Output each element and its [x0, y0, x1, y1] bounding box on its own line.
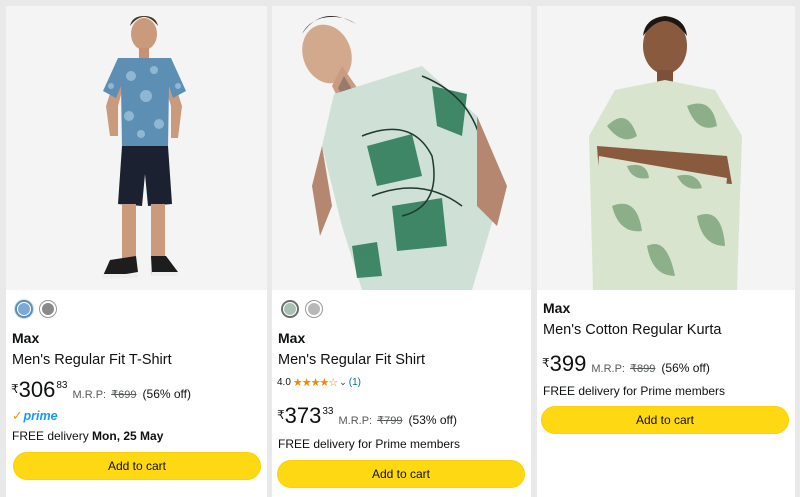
rating-count[interactable]: (1) — [349, 377, 361, 388]
swatch-color — [308, 303, 320, 315]
price-fraction: 33 — [322, 406, 334, 417]
product-title[interactable]: Men's Regular Fit Shirt — [278, 352, 425, 368]
product-card[interactable]: Max Men's Regular Fit Shirt 4.0 ★★★★☆ ⌄ … — [272, 6, 531, 497]
color-swatches — [281, 300, 323, 318]
mrp-label: M.R.P: — [338, 415, 373, 427]
color-swatch-grey[interactable] — [305, 300, 323, 318]
product-image[interactable] — [6, 6, 267, 290]
product-card[interactable]: Max Men's Cotton Regular Kurta ₹ 399 M.R… — [537, 6, 795, 497]
delivery-info: FREE delivery for Prime members — [543, 384, 726, 398]
brand-name: Max — [278, 330, 306, 346]
currency-symbol: ₹ — [11, 382, 19, 396]
add-to-cart-button[interactable]: Add to cart — [277, 460, 525, 488]
discount: (56% off) — [661, 361, 710, 375]
price: ₹ 306 83 M.R.P: ₹699 (56% off) — [11, 377, 191, 402]
swatch-color — [18, 303, 30, 315]
color-swatches — [15, 300, 57, 318]
mrp-label: M.R.P: — [591, 363, 625, 375]
prime-check-icon: ✓ — [12, 409, 23, 423]
product-card[interactable]: Max Men's Regular Fit T-Shirt ₹ 306 83 M… — [6, 6, 267, 497]
price-fraction: 83 — [56, 380, 68, 391]
product-image[interactable] — [272, 6, 531, 290]
add-to-cart-button[interactable]: Add to cart — [13, 452, 261, 480]
product-title[interactable]: Men's Regular Fit T-Shirt — [12, 352, 172, 368]
chevron-down-icon[interactable]: ⌄ — [339, 377, 347, 388]
delivery-info: FREE delivery Mon, 25 May — [12, 429, 163, 443]
prime-badge: ✓ prime — [12, 408, 58, 424]
currency-symbol: ₹ — [277, 408, 285, 422]
mrp-value: ₹699 — [111, 389, 137, 401]
delivery-prefix: FREE delivery — [12, 429, 89, 443]
mrp: M.R.P: ₹799 — [338, 414, 402, 427]
product-title[interactable]: Men's Cotton Regular Kurta — [543, 322, 721, 338]
discount: (56% off) — [142, 387, 191, 401]
price-whole: 373 — [284, 403, 322, 428]
delivery-date: Mon, 25 May — [92, 429, 164, 443]
mrp-label: M.R.P: — [72, 389, 107, 401]
mrp-value: ₹899 — [630, 363, 656, 375]
discount: (53% off) — [408, 413, 457, 427]
brand-name: Max — [543, 300, 571, 316]
swatch-color — [42, 303, 54, 315]
star-rating-icon: ★★★★☆ — [292, 377, 338, 389]
rating[interactable]: 4.0 ★★★★☆ ⌄ (1) — [277, 376, 361, 389]
color-swatch-grey[interactable] — [39, 300, 57, 318]
price-whole: 306 — [18, 377, 56, 402]
add-to-cart-button[interactable]: Add to cart — [541, 406, 789, 434]
price-whole: 399 — [549, 351, 587, 376]
color-swatch-blue[interactable] — [15, 300, 33, 318]
mrp-value: ₹799 — [377, 415, 403, 427]
prime-label: prime — [23, 408, 58, 423]
price: ₹ 373 33 M.R.P: ₹799 (53% off) — [277, 403, 457, 428]
currency-symbol: ₹ — [542, 356, 550, 370]
price: ₹ 399 M.R.P: ₹899 (56% off) — [542, 351, 710, 376]
rating-value: 4.0 — [277, 377, 291, 388]
mrp: M.R.P: ₹699 — [72, 388, 136, 401]
product-image[interactable] — [537, 6, 795, 290]
color-swatch-green[interactable] — [281, 300, 299, 318]
brand-name: Max — [12, 330, 40, 346]
mrp: M.R.P: ₹899 — [591, 362, 655, 375]
swatch-color — [284, 303, 296, 315]
delivery-info: FREE delivery for Prime members — [278, 437, 461, 451]
